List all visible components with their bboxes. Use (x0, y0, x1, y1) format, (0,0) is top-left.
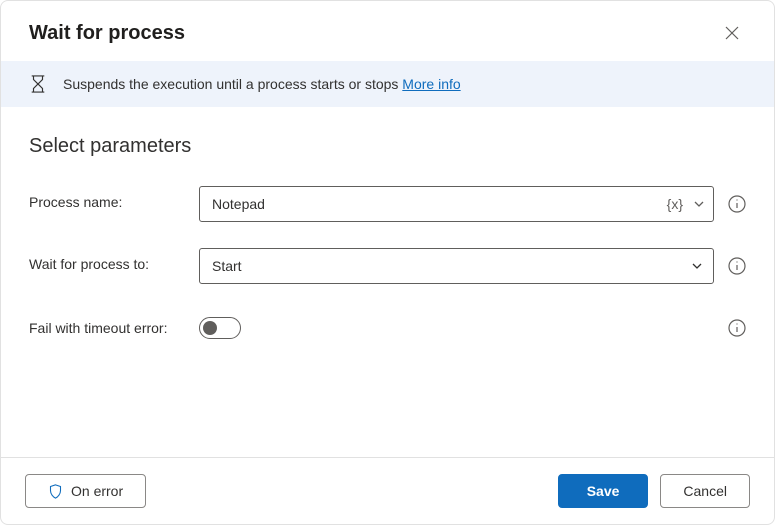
on-error-label: On error (71, 483, 123, 499)
toggle-knob (203, 321, 217, 335)
chevron-down-icon (691, 260, 703, 272)
dialog: Wait for process Suspends the execution … (0, 0, 775, 525)
wait-for-chevron (691, 260, 703, 272)
info-banner: Suspends the execution until a process s… (1, 61, 774, 107)
dialog-content: Select parameters Process name: {x} (1, 107, 774, 457)
chevron-down-icon (693, 198, 705, 210)
save-label: Save (587, 483, 620, 499)
info-banner-text: Suspends the execution until a process s… (63, 76, 461, 92)
fail-timeout-help-button[interactable] (728, 319, 746, 337)
close-icon (725, 26, 739, 40)
process-name-help-button[interactable] (728, 195, 746, 213)
fail-timeout-toggle[interactable] (199, 317, 241, 339)
process-name-input[interactable] (212, 196, 665, 212)
on-error-button[interactable]: On error (25, 474, 146, 508)
param-row-process-name: Process name: {x} (29, 186, 746, 222)
hourglass-icon (29, 75, 47, 93)
dialog-header: Wait for process (1, 1, 774, 61)
param-row-fail-timeout: Fail with timeout error: (29, 310, 746, 346)
process-name-dropdown-button[interactable] (693, 198, 705, 210)
cancel-label: Cancel (683, 483, 727, 499)
wait-for-value: Start (212, 258, 242, 274)
insert-variable-button[interactable]: {x} (665, 196, 685, 212)
info-icon (728, 257, 746, 275)
section-title: Select parameters (29, 135, 746, 158)
info-icon (728, 195, 746, 213)
wait-for-help-button[interactable] (728, 257, 746, 275)
close-button[interactable] (718, 19, 746, 47)
wait-for-select[interactable]: Start (199, 248, 714, 284)
param-row-wait-for: Wait for process to: Start (29, 248, 746, 284)
banner-description: Suspends the execution until a process s… (63, 76, 402, 92)
save-button[interactable]: Save (558, 474, 649, 508)
process-name-label: Process name: (29, 186, 199, 210)
dialog-footer: On error Save Cancel (1, 457, 774, 524)
wait-for-label: Wait for process to: (29, 248, 199, 272)
more-info-link[interactable]: More info (402, 76, 460, 92)
fail-timeout-label: Fail with timeout error: (29, 320, 199, 336)
info-icon (728, 319, 746, 337)
cancel-button[interactable]: Cancel (660, 474, 750, 508)
dialog-title: Wait for process (29, 22, 185, 45)
shield-icon (48, 484, 63, 499)
process-name-input-wrapper[interactable]: {x} (199, 186, 714, 222)
